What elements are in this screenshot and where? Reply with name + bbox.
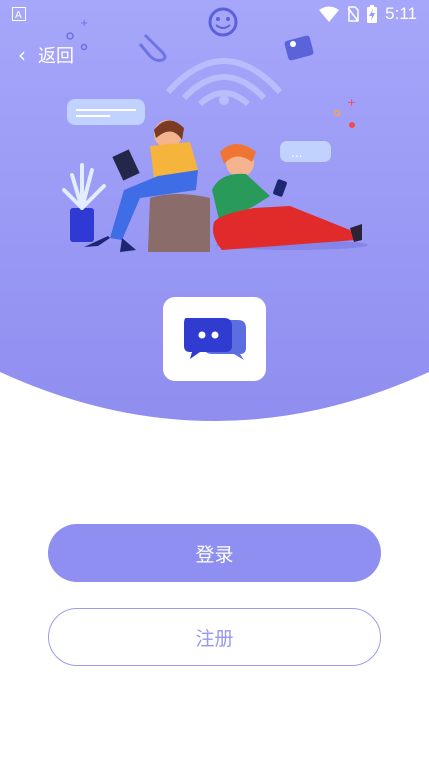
- login-button[interactable]: 登录: [48, 524, 381, 582]
- notification-a-icon: A: [12, 7, 26, 21]
- back-button[interactable]: ‹ 返回: [18, 42, 74, 68]
- back-label: 返回: [38, 46, 74, 67]
- no-sim-icon: [347, 6, 359, 22]
- status-bar: A 5:11: [0, 0, 429, 28]
- svg-text:A: A: [15, 10, 22, 21]
- register-button[interactable]: 注册: [48, 608, 381, 666]
- app-logo: [163, 297, 266, 381]
- svg-text:...: ...: [291, 146, 302, 160]
- status-time: 5:11: [385, 4, 417, 23]
- svg-text:+: +: [347, 96, 356, 109]
- chevron-left-icon: ‹: [18, 43, 26, 67]
- battery-charging-icon: [367, 5, 378, 23]
- wifi-icon: [319, 6, 340, 22]
- chat-bubbles-icon: [183, 318, 246, 360]
